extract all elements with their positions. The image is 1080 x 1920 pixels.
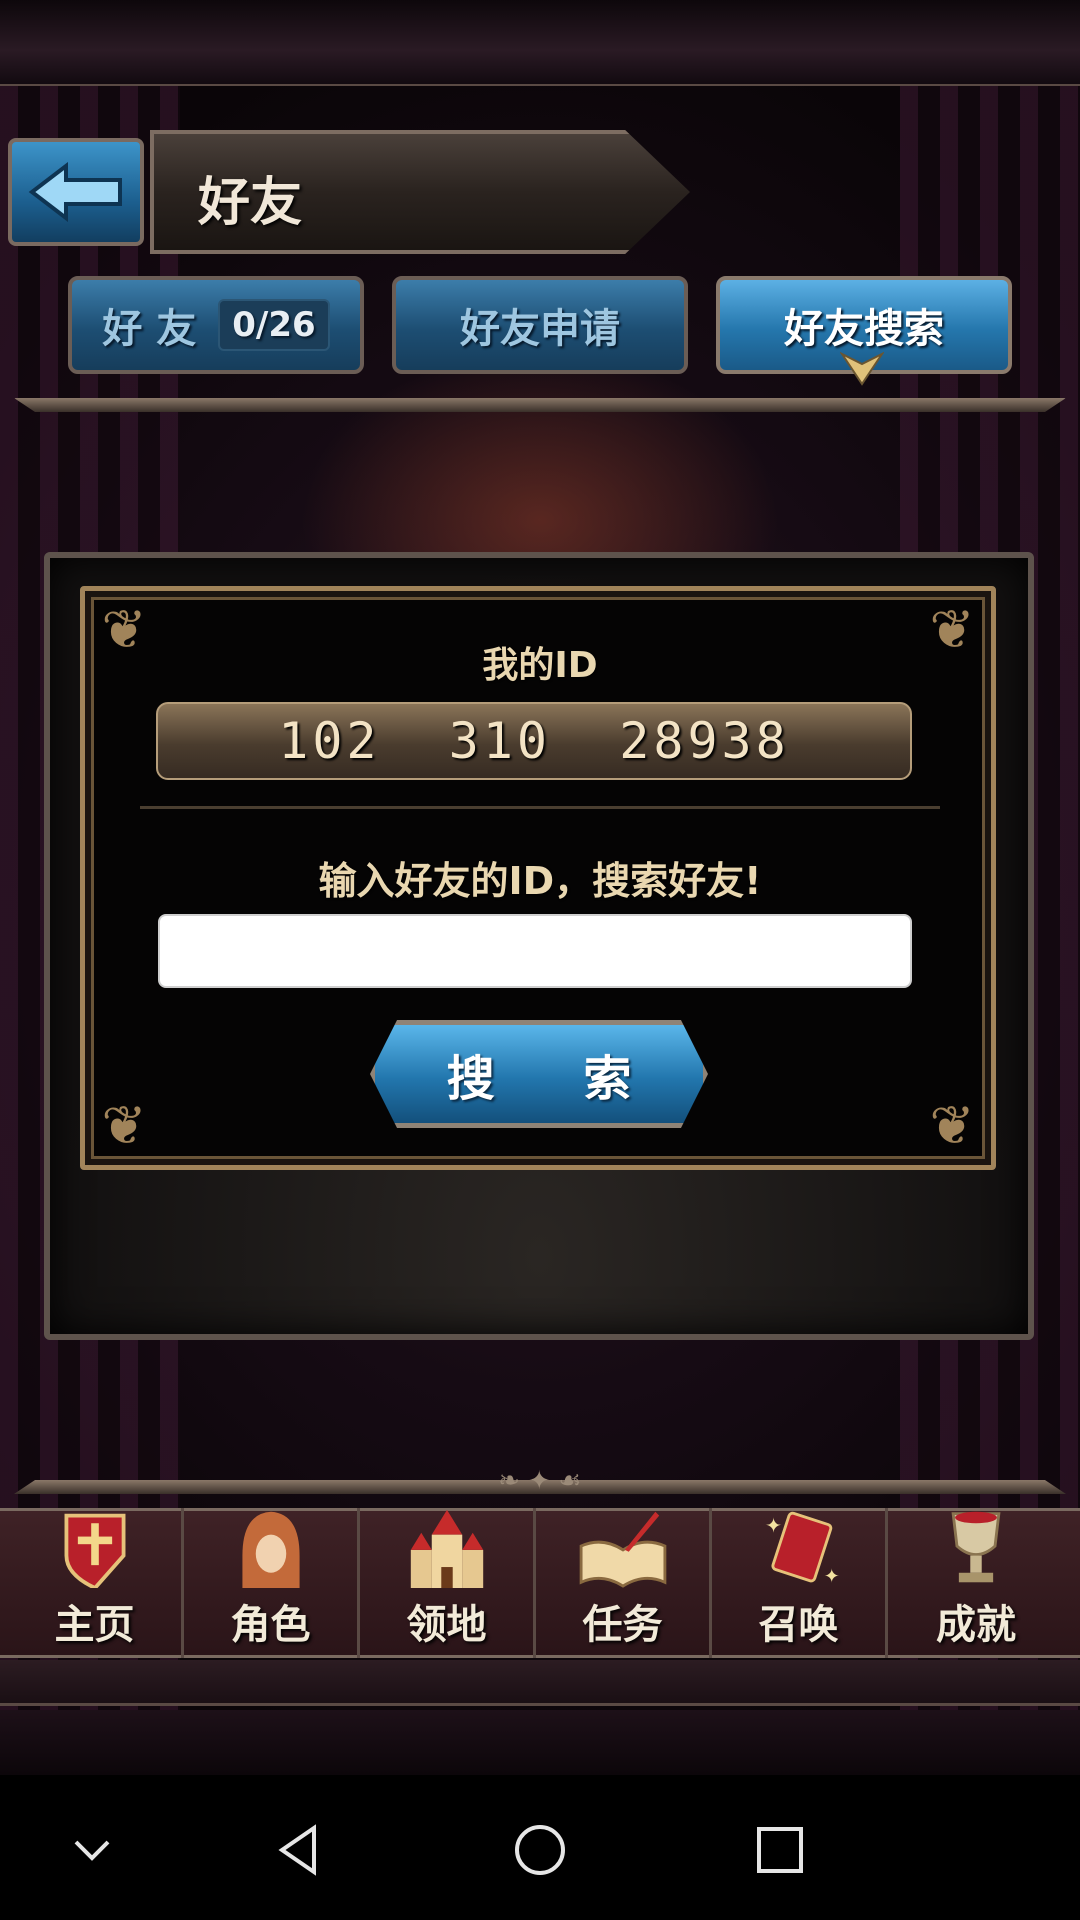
recents-icon[interactable] xyxy=(750,1820,810,1880)
nav-achievements[interactable]: 成就 xyxy=(888,1508,1064,1658)
page-title: 好友 xyxy=(198,173,303,233)
search-button[interactable]: 搜 索 xyxy=(370,1020,708,1128)
panel-divider xyxy=(140,806,940,809)
nav-character[interactable]: 角色 xyxy=(184,1508,360,1658)
quest-book-icon xyxy=(579,1511,666,1588)
nav-home[interactable]: 主页 xyxy=(8,1508,184,1658)
svg-text:✦: ✦ xyxy=(823,1565,839,1587)
tab-friends-label: 好 友 xyxy=(102,306,197,352)
my-id-label: 我的ID xyxy=(482,645,598,686)
svg-text:✦: ✦ xyxy=(764,1514,782,1538)
trophy-icon xyxy=(951,1511,1001,1583)
my-id-value: 102 310 28938 xyxy=(156,702,912,780)
nav-quests[interactable]: 任务 xyxy=(536,1508,712,1658)
home-icon[interactable] xyxy=(510,1820,570,1880)
tab-friend-requests[interactable]: 好友申请 xyxy=(392,276,688,374)
corner-ornament-icon: ❦ xyxy=(929,1094,975,1157)
nav-summon-label: 召唤 xyxy=(758,1602,839,1648)
friend-count-badge: 0/26 xyxy=(218,299,330,351)
back-button[interactable] xyxy=(8,138,144,246)
nav-territory[interactable]: 领地 xyxy=(360,1508,536,1658)
back-icon[interactable] xyxy=(270,1820,330,1880)
shield-cross-icon xyxy=(64,1513,125,1588)
nav-achievements-label: 成就 xyxy=(936,1602,1016,1648)
tab-friend-search-label: 好友搜索 xyxy=(784,306,944,352)
nav-territory-label: 领地 xyxy=(406,1602,487,1648)
castle-icon xyxy=(410,1509,483,1588)
nav-summon[interactable]: ✦ ✦ 召唤 xyxy=(712,1508,888,1658)
summon-card-icon: ✦✦ xyxy=(764,1511,839,1587)
scroll-ornament-icon: ❧ ✦ ☙ xyxy=(498,1466,582,1496)
bottom-strip xyxy=(0,1660,1080,1706)
search-prompt: 输入好友的ID，搜索好友! xyxy=(318,859,762,903)
back-arrow-icon xyxy=(28,162,122,222)
corner-ornament-icon: ❦ xyxy=(101,1094,147,1157)
nav-home-label: 主页 xyxy=(54,1602,135,1648)
nav-character-label: 角色 xyxy=(230,1602,311,1648)
hooded-character-icon xyxy=(241,1511,300,1588)
top-frame xyxy=(0,0,1080,86)
tab-friends[interactable]: 好 友 0/26 xyxy=(68,276,364,374)
tab-friend-requests-label: 好友申请 xyxy=(460,306,620,352)
collapse-icon[interactable] xyxy=(62,1820,122,1880)
nav-quests-label: 任务 xyxy=(582,1602,663,1648)
friend-id-input[interactable] xyxy=(158,914,912,988)
tab-divider xyxy=(14,398,1066,412)
active-tab-pointer-icon xyxy=(840,351,884,386)
bottom-edge xyxy=(0,1710,1080,1775)
